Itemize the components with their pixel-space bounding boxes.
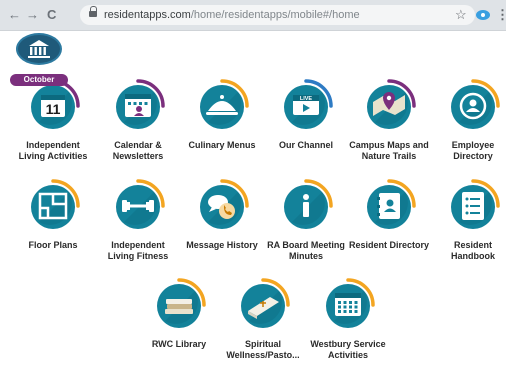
tile-label: Spiritual Wellness/Pasto... — [226, 339, 300, 360]
tile-label: Employee Directory — [451, 140, 495, 161]
employee-badge-icon — [445, 78, 501, 134]
app-tile-resident-handbook[interactable]: Resident Handbook — [432, 178, 506, 262]
tile-label: RA Board Meeting Minutes — [267, 240, 345, 261]
url-path: /home/residentapps/mobile#/home — [190, 9, 360, 21]
forward-icon[interactable]: → — [26, 6, 39, 24]
books-icon — [151, 277, 207, 333]
app-tile-independent-living-fitness[interactable]: Independent Living Fitness — [97, 178, 179, 262]
handbook-icon — [445, 178, 501, 234]
address-bar[interactable]: residentapps.com/home/residentapps/mobil… — [80, 5, 475, 25]
info-icon — [278, 178, 334, 234]
tile-label: Campus Maps and Nature Trails — [349, 140, 429, 161]
live-tag: LIVE — [300, 96, 313, 102]
app-tile-westbury-service-activities[interactable]: Westbury Service Activities — [307, 277, 389, 361]
floor-plan-icon — [25, 178, 81, 234]
app-tile-employee-directory[interactable]: Employee Directory — [432, 78, 506, 162]
bible-icon — [235, 277, 291, 333]
tile-label: Calendar & Newsletters — [112, 140, 164, 161]
bookmark-star-icon[interactable]: ☆ — [455, 7, 467, 23]
back-icon[interactable]: ← — [8, 6, 21, 24]
url-text: residentapps.com/home/residentapps/mobil… — [104, 8, 360, 22]
browser-toolbar: ← → C residentapps.com/home/residentapps… — [0, 0, 506, 31]
tile-label: Floor Plans — [28, 240, 78, 250]
tile-label: Culinary Menus — [188, 140, 256, 150]
app-tile-resident-directory[interactable]: Resident Directory — [348, 178, 430, 251]
extension-eye-icon[interactable] — [476, 10, 490, 20]
calendar-grid-icon — [320, 277, 376, 333]
app-tile-ra-board-meeting-minutes[interactable]: RA Board Meeting Minutes — [265, 178, 347, 262]
tile-label: Westbury Service Activities — [310, 339, 386, 360]
calendar-day-number: 11 — [46, 101, 61, 117]
dumbbell-icon — [110, 178, 166, 234]
address-book-icon — [361, 178, 417, 234]
map-pin-icon — [361, 78, 417, 134]
tile-label: Resident Directory — [348, 240, 430, 250]
app-tile-independent-living-activities[interactable]: October 11 Independent Living Activities — [10, 74, 94, 162]
lock-icon — [89, 6, 97, 18]
tile-label: Our Channel — [278, 140, 333, 150]
url-domain: residentapps.com — [104, 9, 191, 21]
building-icon — [28, 40, 50, 58]
live-video-icon: LIVE — [278, 78, 334, 134]
app-tile-floor-plans[interactable]: Floor Plans — [12, 178, 94, 251]
app-tile-message-history[interactable]: Message History — [181, 178, 263, 251]
reload-icon[interactable]: C — [47, 6, 56, 24]
calendar-person-icon — [110, 78, 166, 134]
app-tile-campus-maps-and-nature-trails[interactable]: Campus Maps and Nature Trails — [348, 78, 430, 162]
chat-phone-icon — [194, 178, 250, 234]
cloche-icon — [194, 78, 250, 134]
month-banner: October — [10, 74, 68, 86]
tile-label: Independent Living Activities — [18, 140, 88, 161]
app-tile-calendar-newsletters[interactable]: Calendar & Newsletters — [97, 78, 179, 162]
calendar-date-icon: 11 — [25, 78, 81, 134]
tile-label: Resident Handbook — [451, 240, 495, 261]
browser-menu-icon[interactable]: ⋮ — [496, 7, 506, 23]
app-tile-spiritual-wellness-pasto[interactable]: Spiritual Wellness/Pasto... — [222, 277, 304, 361]
app-tile-our-channel[interactable]: LIVE Our Channel — [265, 78, 347, 151]
tile-label: Message History — [186, 240, 258, 250]
app-logo[interactable] — [16, 33, 62, 65]
app-tile-rwc-library[interactable]: RWC Library — [138, 277, 220, 350]
tile-label: Independent Living Fitness — [107, 240, 169, 261]
tile-label: RWC Library — [151, 339, 207, 349]
app-tile-culinary-menus[interactable]: Culinary Menus — [181, 78, 263, 151]
